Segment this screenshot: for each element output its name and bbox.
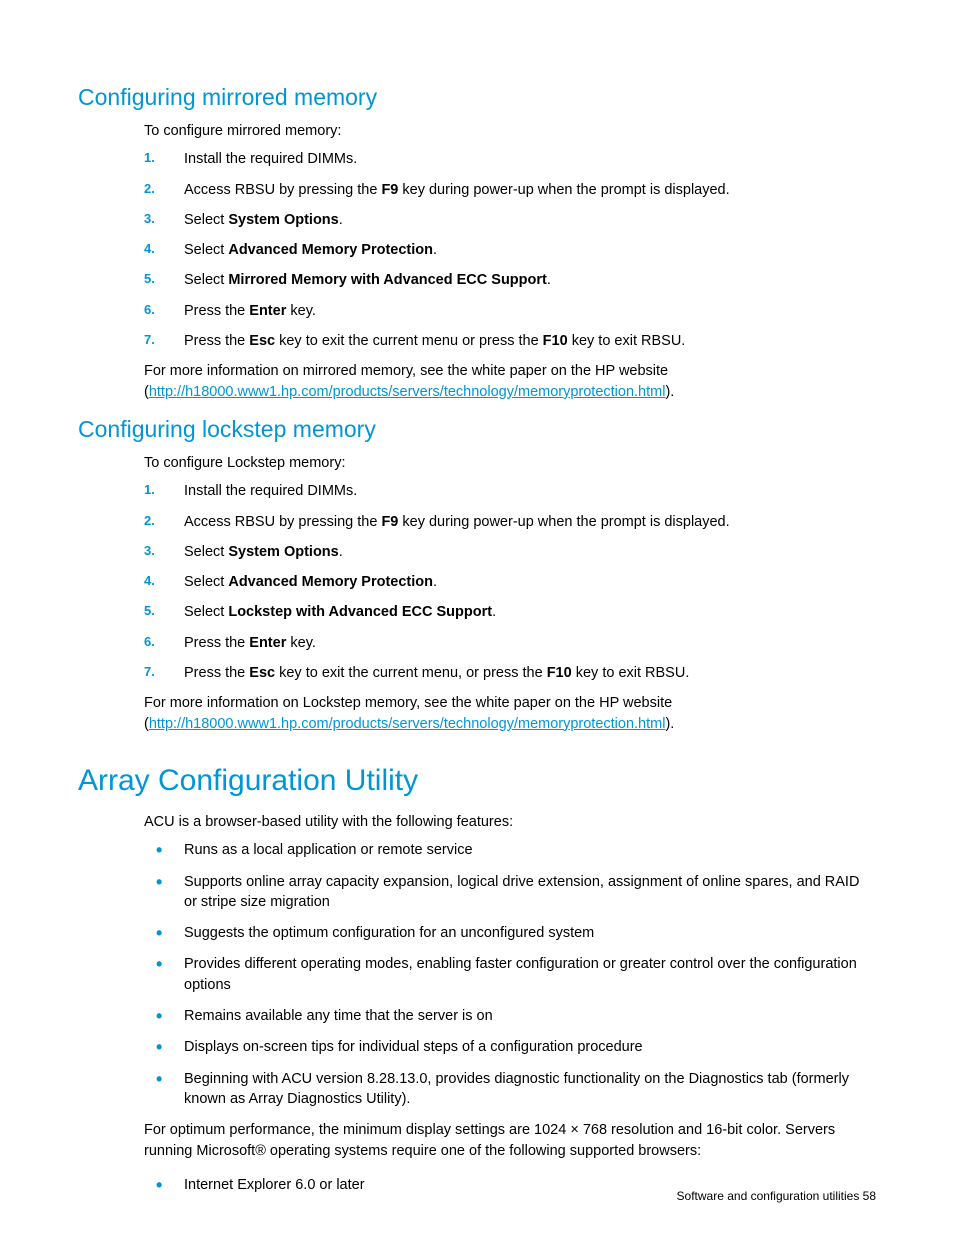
- step-text: .: [547, 272, 551, 288]
- step-text: key during power-up when the prompt is d…: [398, 182, 729, 198]
- key-f10: F10: [543, 333, 568, 349]
- footnote-lockstep: For more information on Lockstep memory,…: [144, 693, 876, 734]
- bullet-text: Supports online array capacity expansion…: [184, 874, 859, 910]
- step-text: key to exit the current menu, or press t…: [275, 665, 547, 681]
- key-f10: F10: [547, 665, 572, 681]
- option-system-options: System Options: [228, 544, 338, 560]
- bullet-text: Beginning with ACU version 8.28.13.0, pr…: [184, 1071, 849, 1107]
- step-text: Select: [184, 574, 228, 590]
- step-text: .: [433, 574, 437, 590]
- heading-lockstep-memory: Configuring lockstep memory: [78, 416, 876, 443]
- para-display-reqs: For optimum performance, the minimum dis…: [144, 1120, 876, 1161]
- key-f9: F9: [381, 182, 398, 198]
- step-text: Press the: [184, 303, 249, 319]
- list-item: Provides different operating modes, enab…: [144, 954, 876, 995]
- step-text: key.: [286, 635, 316, 651]
- step-text: Select: [184, 604, 228, 620]
- intro-acu: ACU is a browser-based utility with the …: [144, 812, 876, 832]
- key-enter: Enter: [249, 303, 286, 319]
- steps-lockstep: Install the required DIMMs. Access RBSU …: [144, 481, 876, 683]
- page-footer: Software and configuration utilities 58: [677, 1189, 876, 1203]
- step-text: Access RBSU by pressing the: [184, 182, 381, 198]
- step-text: .: [339, 212, 343, 228]
- step-text: Select: [184, 212, 228, 228]
- bullet-text: Remains available any time that the serv…: [184, 1008, 493, 1024]
- step-text: Select: [184, 272, 228, 288]
- option-system-options: System Options: [228, 212, 338, 228]
- list-item: Supports online array capacity expansion…: [144, 872, 876, 913]
- step-text: Press the: [184, 333, 249, 349]
- step-item: Install the required DIMMs.: [144, 481, 876, 501]
- bullet-text: Displays on-screen tips for individual s…: [184, 1039, 643, 1055]
- intro-mirrored: To configure mirrored memory:: [144, 121, 876, 141]
- step-text: key to exit RBSU.: [568, 333, 686, 349]
- step-text: Select: [184, 242, 228, 258]
- list-item: Runs as a local application or remote se…: [144, 840, 876, 860]
- steps-mirrored: Install the required DIMMs. Access RBSU …: [144, 149, 876, 351]
- heading-array-configuration-utility: Array Configuration Utility: [78, 764, 876, 798]
- option-mirrored-ecc: Mirrored Memory with Advanced ECC Suppor…: [228, 272, 547, 288]
- option-advanced-memory-protection: Advanced Memory Protection: [228, 242, 433, 258]
- step-item: Access RBSU by pressing the F9 key durin…: [144, 512, 876, 532]
- key-enter: Enter: [249, 635, 286, 651]
- step-text: key to exit the current menu or press th…: [275, 333, 543, 349]
- step-item: Select Mirrored Memory with Advanced ECC…: [144, 270, 876, 290]
- bullet-text: Internet Explorer 6.0 or later: [184, 1177, 365, 1193]
- step-item: Access RBSU by pressing the F9 key durin…: [144, 180, 876, 200]
- step-item: Select System Options.: [144, 210, 876, 230]
- key-esc: Esc: [249, 665, 275, 681]
- step-text: Press the: [184, 635, 249, 651]
- document-page: Configuring mirrored memory To configure…: [0, 0, 954, 1235]
- footnote-text: ).: [665, 716, 674, 732]
- list-item: Suggests the optimum configuration for a…: [144, 923, 876, 943]
- step-text: Access RBSU by pressing the: [184, 514, 381, 530]
- step-text: .: [339, 544, 343, 560]
- bullets-acu-features: Runs as a local application or remote se…: [144, 840, 876, 1109]
- step-text: Press the: [184, 665, 249, 681]
- step-text: Select: [184, 544, 228, 560]
- footnote-mirrored: For more information on mirrored memory,…: [144, 361, 876, 402]
- bullet-text: Suggests the optimum configuration for a…: [184, 925, 594, 941]
- list-item: Beginning with ACU version 8.28.13.0, pr…: [144, 1069, 876, 1110]
- step-text: .: [492, 604, 496, 620]
- intro-lockstep: To configure Lockstep memory:: [144, 453, 876, 473]
- bullet-text: Provides different operating modes, enab…: [184, 956, 857, 992]
- heading-mirrored-memory: Configuring mirrored memory: [78, 84, 876, 111]
- step-item: Select Lockstep with Advanced ECC Suppor…: [144, 602, 876, 622]
- step-text: key during power-up when the prompt is d…: [398, 514, 729, 530]
- list-item: Displays on-screen tips for individual s…: [144, 1037, 876, 1057]
- step-item: Press the Enter key.: [144, 633, 876, 653]
- key-esc: Esc: [249, 333, 275, 349]
- step-text: key.: [286, 303, 316, 319]
- bullet-text: Runs as a local application or remote se…: [184, 842, 473, 858]
- step-text: .: [433, 242, 437, 258]
- link-memoryprotection[interactable]: http://h18000.www1.hp.com/products/serve…: [149, 384, 666, 400]
- key-f9: F9: [381, 514, 398, 530]
- footnote-text: ).: [665, 384, 674, 400]
- step-item: Select Advanced Memory Protection.: [144, 572, 876, 592]
- step-text: Install the required DIMMs.: [184, 483, 357, 499]
- option-lockstep-ecc: Lockstep with Advanced ECC Support: [228, 604, 492, 620]
- step-item: Press the Esc key to exit the current me…: [144, 663, 876, 683]
- step-text: key to exit RBSU.: [572, 665, 690, 681]
- option-advanced-memory-protection: Advanced Memory Protection: [228, 574, 433, 590]
- step-item: Press the Esc key to exit the current me…: [144, 331, 876, 351]
- step-text: Install the required DIMMs.: [184, 151, 357, 167]
- step-item: Select Advanced Memory Protection.: [144, 240, 876, 260]
- step-item: Install the required DIMMs.: [144, 149, 876, 169]
- list-item: Remains available any time that the serv…: [144, 1006, 876, 1026]
- step-item: Select System Options.: [144, 542, 876, 562]
- link-memoryprotection[interactable]: http://h18000.www1.hp.com/products/serve…: [149, 716, 666, 732]
- step-item: Press the Enter key.: [144, 301, 876, 321]
